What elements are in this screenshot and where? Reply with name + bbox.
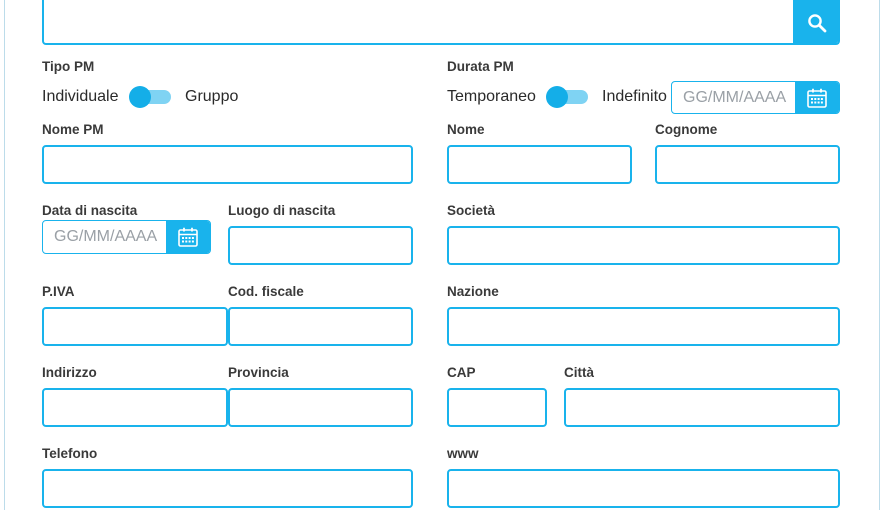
calendar-icon <box>178 227 198 247</box>
durata-pm-option-temporaneo: Temporaneo <box>447 88 536 105</box>
provincia-label: Provincia <box>228 365 289 380</box>
form-frame-left-border <box>4 0 5 510</box>
search-button[interactable] <box>793 0 838 43</box>
nome-pm-field <box>42 145 413 184</box>
cognome-input[interactable] <box>657 147 838 182</box>
nome-field <box>447 145 632 184</box>
cod-fiscale-field <box>228 307 413 346</box>
durata-pm-calendar-button[interactable] <box>795 82 839 113</box>
luogo-nascita-field <box>228 226 413 265</box>
durata-pm-toggle[interactable] <box>546 86 590 108</box>
telefono-field <box>42 469 413 508</box>
luogo-nascita-input[interactable] <box>230 228 411 263</box>
www-label: www <box>447 446 479 461</box>
provincia-field <box>228 388 413 427</box>
cognome-label: Cognome <box>655 122 718 137</box>
cod-fiscale-label: Cod. fiscale <box>228 284 304 299</box>
cognome-field <box>655 145 840 184</box>
nome-input[interactable] <box>449 147 630 182</box>
provincia-input[interactable] <box>230 390 411 425</box>
cap-field <box>447 388 547 427</box>
nazione-input[interactable] <box>449 309 838 344</box>
nome-pm-label: Nome PM <box>42 122 104 137</box>
search-icon <box>807 13 826 32</box>
societa-field <box>447 226 840 265</box>
indirizzo-field <box>42 388 228 427</box>
citta-field <box>564 388 840 427</box>
durata-pm-option-indefinito: Indefinito <box>602 88 667 105</box>
telefono-input[interactable] <box>44 471 411 506</box>
citta-label: Città <box>564 365 594 380</box>
piva-field <box>42 307 228 346</box>
luogo-nascita-label: Luogo di nascita <box>228 203 336 218</box>
search-input[interactable] <box>44 0 794 43</box>
piva-label: P.IVA <box>42 284 75 299</box>
tipo-pm-label: Tipo PM <box>42 59 95 74</box>
tipo-pm-toggle[interactable] <box>129 86 173 108</box>
durata-pm-date-placeholder: GG/MM/AAAA <box>683 88 787 106</box>
nome-pm-input[interactable] <box>44 147 411 182</box>
durata-pm-date-field[interactable]: GG/MM/AAAA <box>671 81 840 114</box>
form-frame-right-border <box>879 0 880 510</box>
durata-pm-toggle-knob <box>546 86 568 108</box>
nome-label: Nome <box>447 122 485 137</box>
data-nascita-label: Data di nascita <box>42 203 138 218</box>
piva-input[interactable] <box>44 309 226 344</box>
tipo-pm-option-individuale: Individuale <box>42 88 119 105</box>
cap-input[interactable] <box>449 390 545 425</box>
cap-label: CAP <box>447 365 476 380</box>
indirizzo-label: Indirizzo <box>42 365 97 380</box>
tipo-pm-option-gruppo: Gruppo <box>185 88 239 105</box>
tipo-pm-toggle-knob <box>129 86 151 108</box>
data-nascita-date-field[interactable]: GG/MM/AAAA <box>42 220 211 254</box>
societa-label: Società <box>447 203 496 218</box>
www-field <box>447 469 840 508</box>
nazione-field <box>447 307 840 346</box>
indirizzo-input[interactable] <box>44 390 226 425</box>
cod-fiscale-input[interactable] <box>230 309 411 344</box>
calendar-icon <box>807 88 827 108</box>
data-nascita-placeholder: GG/MM/AAAA <box>54 228 158 245</box>
telefono-label: Telefono <box>42 446 98 461</box>
data-nascita-calendar-button[interactable] <box>166 221 210 253</box>
nazione-label: Nazione <box>447 284 499 299</box>
www-input[interactable] <box>449 471 838 506</box>
durata-pm-label: Durata PM <box>447 59 514 74</box>
search-bar <box>42 0 840 45</box>
citta-input[interactable] <box>566 390 838 425</box>
societa-input[interactable] <box>449 228 838 263</box>
